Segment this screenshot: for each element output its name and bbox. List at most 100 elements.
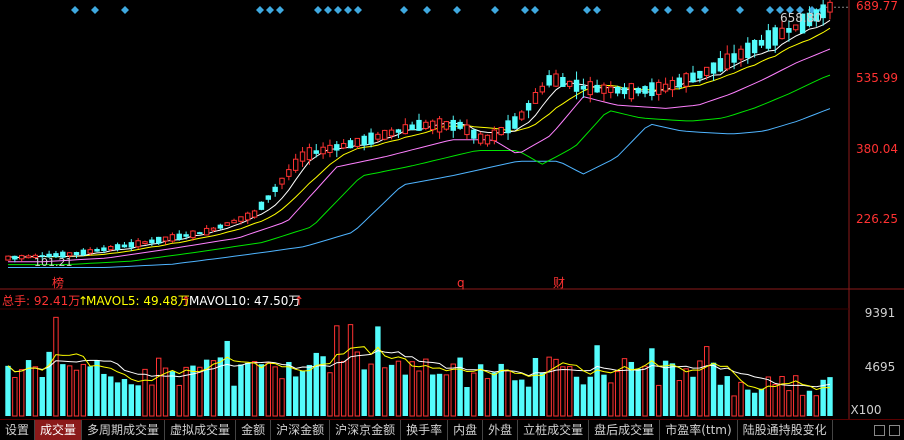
volume-bar-up [156,357,162,417]
candle-down [197,232,203,235]
scroll-right-icon[interactable] [889,424,900,436]
tab-amount[interactable]: 金额 [236,420,272,440]
candle-up [477,133,484,144]
candle-down [751,39,758,54]
candle-up [738,48,744,60]
candle-down [128,242,134,248]
candle-up [498,127,504,136]
candle-up [5,255,11,261]
volume-bar-down [806,390,813,416]
volume-bar-up [608,382,614,417]
candle-up [238,216,244,222]
event-marker-cai[interactable]: 财 [553,276,565,290]
candle-up [827,1,833,13]
candle-down [368,132,374,145]
volume-bar-down [573,376,580,416]
volume-bar-up [368,363,374,417]
candle-up [286,169,292,177]
candle-down [347,140,354,149]
volume-bar-up [197,366,203,417]
stock-chart[interactable]: 689.77 535.99 380.04 226.25 658.80 101.2… [0,0,904,440]
candle-down [176,233,182,240]
event-marker-q[interactable]: q [457,276,465,290]
volume-bar-down [87,366,93,416]
volume-bar-up [272,366,278,417]
tab-virtual-volume[interactable]: 虚拟成交量 [165,420,237,440]
candle-up [306,147,313,161]
tab-sh-sz-amount[interactable]: 沪深金额 [271,420,331,440]
volume-bar-up [799,394,806,417]
candle-up [142,241,148,244]
volume-bar-up [409,361,415,417]
tab-turnover-rate[interactable]: 换手率 [401,420,449,440]
candle-up [553,73,559,87]
tab-pe-ttm[interactable]: 市盈率(ttm) [660,420,738,440]
volume-bar-down [114,382,121,416]
scroll-left-icon[interactable] [874,424,885,436]
tab-inner-volume[interactable]: 内盘 [448,420,484,440]
candle-down [649,82,655,97]
volume-bar-down [724,376,730,416]
volume-bar-up [265,361,272,417]
volume-bar-down [745,389,751,416]
candle-down [731,53,737,63]
candle-up [279,177,285,185]
volume-bar-up [12,376,18,417]
volume-bar-down [60,364,66,416]
volume-bar-down [751,392,758,416]
volume-bar-up [176,384,182,417]
volume-bar-down [717,384,724,416]
volume-bar-down [587,376,593,416]
kline-chart-svg[interactable]: 689.77 535.99 380.04 226.25 658.80 101.2… [0,0,904,419]
candle-up [539,85,545,93]
volume-bar-down [306,364,313,416]
candle-up [169,234,176,242]
volume-bar-down [402,374,408,416]
candle-up [601,84,607,94]
candle-up [484,134,491,145]
tab-multi-period-volume[interactable]: 多周期成交量 [82,420,166,440]
tab-northbound-holdings[interactable]: 陆股通持股变化 [738,420,833,440]
volume-bar-up [683,368,689,417]
volume-bar-up [567,366,573,417]
tab-pile-volume[interactable]: 立桩成交量 [518,420,590,440]
candle-up [135,240,141,248]
candle-up [190,230,196,239]
candle-down [676,77,682,88]
volume-bar-up [614,371,621,417]
candle-up [19,255,25,260]
tab-sh-sz-bj-amount[interactable]: 沪深京金额 [330,420,402,440]
event-marker-bang[interactable]: 榜 [52,275,64,290]
candle-down [395,129,402,133]
volume-bar-down [594,345,600,416]
volume-bar-up [340,361,347,417]
volume-bar-up [786,390,792,417]
tab-settings[interactable]: 设置 [0,420,36,440]
candle-down [642,86,648,94]
volume-bar-down [5,365,11,416]
candle-up [210,227,217,231]
candle-down [560,77,566,87]
tab-volume[interactable]: 成交量 [35,420,83,440]
volume-bar-up [53,316,59,417]
tab-outer-volume[interactable]: 外盘 [483,420,519,440]
candle-down [546,75,552,86]
candle-down [758,39,765,46]
candle-down [313,150,319,154]
candle-down [635,87,641,94]
volume-bar-down [525,386,532,416]
tab-after-hours-volume[interactable]: 盘后成交量 [589,420,661,440]
volume-bar-down [649,348,655,416]
volume-bar-up [142,368,148,417]
candle-down [717,58,724,72]
volume-bar-down [532,357,539,416]
candle-up [724,53,730,70]
volume-bar-up [471,372,477,417]
candle-down [525,102,532,111]
candle-down [416,119,422,131]
low-price-label: 101.21 [34,256,73,269]
volume-bar-down [245,362,251,416]
candle-up [382,129,388,140]
candle-down [12,255,18,260]
volume-bar-up [765,376,772,417]
